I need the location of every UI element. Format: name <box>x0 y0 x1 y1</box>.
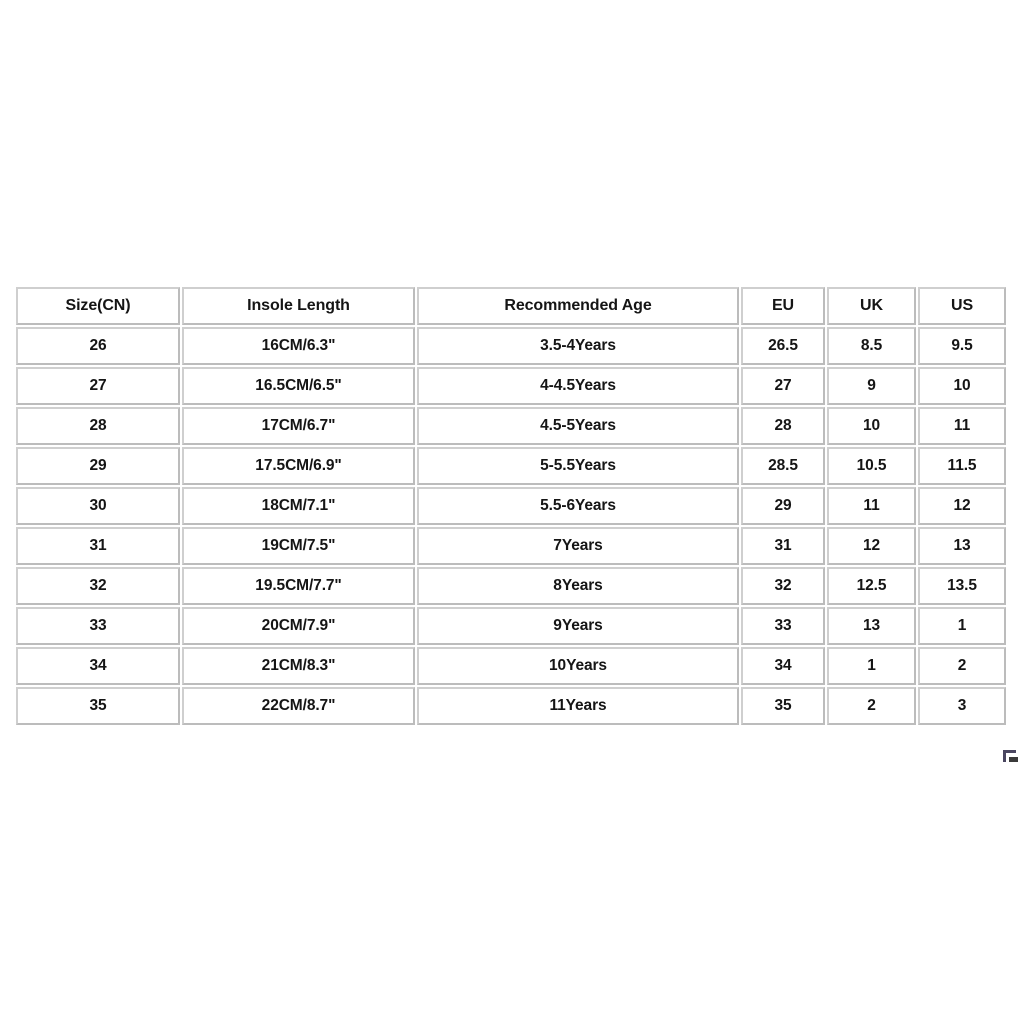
cell-insole-length: 21CM/8.3" <box>182 647 415 685</box>
cell-eu: 31 <box>741 527 825 565</box>
size-chart-container: Size(CN) Insole Length Recommended Age E… <box>14 285 1008 727</box>
cell-recommended-age: 5-5.5Years <box>417 447 739 485</box>
cell-uk: 11 <box>827 487 916 525</box>
cell-uk: 10 <box>827 407 916 445</box>
cell-insole-length: 16.5CM/6.5" <box>182 367 415 405</box>
cell-size-cn: 27 <box>16 367 180 405</box>
size-chart-table: Size(CN) Insole Length Recommended Age E… <box>14 285 1008 727</box>
cell-insole-length: 18CM/7.1" <box>182 487 415 525</box>
cell-insole-length: 19.5CM/7.7" <box>182 567 415 605</box>
cell-uk: 1 <box>827 647 916 685</box>
cell-insole-length: 17CM/6.7" <box>182 407 415 445</box>
cell-eu: 33 <box>741 607 825 645</box>
cell-us: 13.5 <box>918 567 1006 605</box>
table-row: 28 17CM/6.7" 4.5-5Years 28 10 11 <box>16 407 1006 445</box>
cell-us: 3 <box>918 687 1006 725</box>
table-row: 27 16.5CM/6.5" 4-4.5Years 27 9 10 <box>16 367 1006 405</box>
table-row: 33 20CM/7.9" 9Years 33 13 1 <box>16 607 1006 645</box>
column-header-recommended-age: Recommended Age <box>417 287 739 325</box>
cell-eu: 35 <box>741 687 825 725</box>
cell-us: 9.5 <box>918 327 1006 365</box>
corner-bracket-icon <box>1003 750 1018 762</box>
size-chart-body: Size(CN) Insole Length Recommended Age E… <box>16 287 1006 725</box>
table-row: 35 22CM/8.7" 11Years 35 2 3 <box>16 687 1006 725</box>
cell-eu: 28 <box>741 407 825 445</box>
cell-uk: 10.5 <box>827 447 916 485</box>
cell-insole-length: 22CM/8.7" <box>182 687 415 725</box>
cell-size-cn: 35 <box>16 687 180 725</box>
cell-insole-length: 17.5CM/6.9" <box>182 447 415 485</box>
column-header-uk: UK <box>827 287 916 325</box>
cell-recommended-age: 11Years <box>417 687 739 725</box>
cell-us: 2 <box>918 647 1006 685</box>
cell-us: 13 <box>918 527 1006 565</box>
cell-uk: 12 <box>827 527 916 565</box>
cell-recommended-age: 4-4.5Years <box>417 367 739 405</box>
cell-size-cn: 30 <box>16 487 180 525</box>
cell-size-cn: 29 <box>16 447 180 485</box>
cell-recommended-age: 5.5-6Years <box>417 487 739 525</box>
cell-size-cn: 32 <box>16 567 180 605</box>
column-header-eu: EU <box>741 287 825 325</box>
cell-insole-length: 20CM/7.9" <box>182 607 415 645</box>
table-row: 30 18CM/7.1" 5.5-6Years 29 11 12 <box>16 487 1006 525</box>
cell-eu: 27 <box>741 367 825 405</box>
cell-us: 12 <box>918 487 1006 525</box>
cell-insole-length: 16CM/6.3" <box>182 327 415 365</box>
cell-uk: 2 <box>827 687 916 725</box>
cell-uk: 13 <box>827 607 916 645</box>
column-header-insole-length: Insole Length <box>182 287 415 325</box>
cell-recommended-age: 3.5-4Years <box>417 327 739 365</box>
table-header-row: Size(CN) Insole Length Recommended Age E… <box>16 287 1006 325</box>
cell-size-cn: 33 <box>16 607 180 645</box>
cell-eu: 29 <box>741 487 825 525</box>
cell-recommended-age: 4.5-5Years <box>417 407 739 445</box>
table-row: 34 21CM/8.3" 10Years 34 1 2 <box>16 647 1006 685</box>
cell-recommended-age: 9Years <box>417 607 739 645</box>
table-row: 32 19.5CM/7.7" 8Years 32 12.5 13.5 <box>16 567 1006 605</box>
column-header-us: US <box>918 287 1006 325</box>
column-header-size-cn: Size(CN) <box>16 287 180 325</box>
cell-size-cn: 34 <box>16 647 180 685</box>
cell-size-cn: 28 <box>16 407 180 445</box>
cell-eu: 26.5 <box>741 327 825 365</box>
cell-size-cn: 31 <box>16 527 180 565</box>
cell-uk: 8.5 <box>827 327 916 365</box>
table-row: 26 16CM/6.3" 3.5-4Years 26.5 8.5 9.5 <box>16 327 1006 365</box>
table-row: 31 19CM/7.5" 7Years 31 12 13 <box>16 527 1006 565</box>
cell-recommended-age: 10Years <box>417 647 739 685</box>
cell-eu: 28.5 <box>741 447 825 485</box>
cell-eu: 34 <box>741 647 825 685</box>
cell-eu: 32 <box>741 567 825 605</box>
cell-us: 11.5 <box>918 447 1006 485</box>
cell-us: 11 <box>918 407 1006 445</box>
table-row: 29 17.5CM/6.9" 5-5.5Years 28.5 10.5 11.5 <box>16 447 1006 485</box>
cell-insole-length: 19CM/7.5" <box>182 527 415 565</box>
cell-us: 10 <box>918 367 1006 405</box>
cell-uk: 12.5 <box>827 567 916 605</box>
cell-uk: 9 <box>827 367 916 405</box>
cell-size-cn: 26 <box>16 327 180 365</box>
cell-recommended-age: 8Years <box>417 567 739 605</box>
cell-us: 1 <box>918 607 1006 645</box>
cell-recommended-age: 7Years <box>417 527 739 565</box>
